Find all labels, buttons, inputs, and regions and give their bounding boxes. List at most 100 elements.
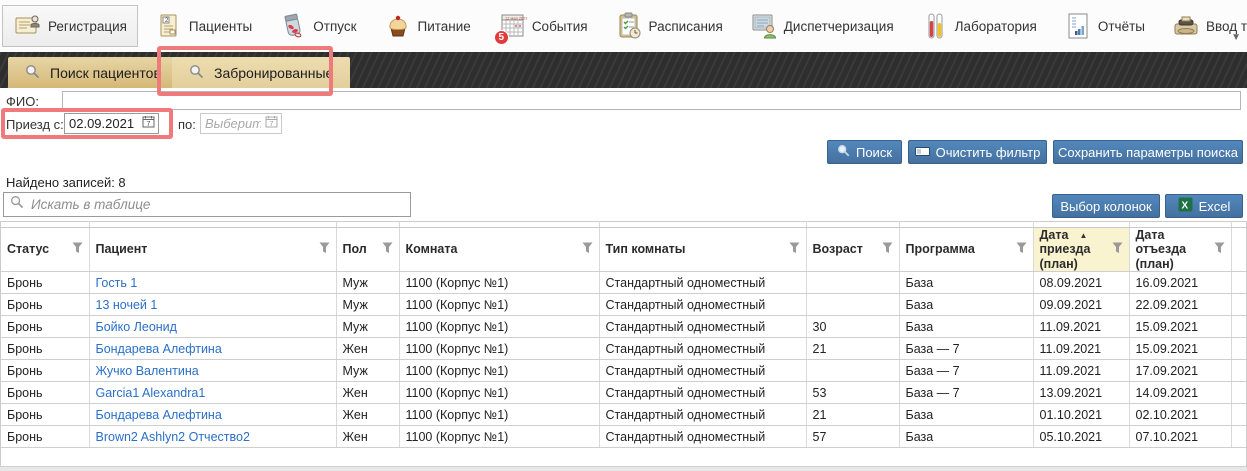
- column-header-patient[interactable]: Пациент: [89, 228, 336, 272]
- cell-arrival-date: 08.09.2021: [1033, 272, 1129, 294]
- calendar-icon[interactable]: 7: [142, 115, 156, 133]
- events-badge: 5: [494, 30, 509, 45]
- table-row[interactable]: Бронь 13 ночей 1 Муж 1100 (Корпус №1) Ст…: [1, 294, 1247, 316]
- save-search-params-button[interactable]: Сохранить параметры поиска: [1053, 140, 1243, 164]
- records-found-text: Найдено записей: 8: [6, 175, 126, 190]
- filter-funnel-icon[interactable]: [1016, 242, 1027, 257]
- magnifier-icon: [189, 64, 205, 82]
- patient-link[interactable]: Бондарева Алефтина: [96, 342, 222, 356]
- cell-gender: Жен: [336, 404, 399, 426]
- toolbar-item-label: Диспетчеризация: [784, 19, 894, 34]
- patient-link[interactable]: Бойко Леонид: [96, 320, 177, 334]
- filter-funnel-icon[interactable]: [1214, 242, 1225, 257]
- cell-program: База: [899, 294, 1033, 316]
- table-row[interactable]: Бронь Гость 1 Муж 1100 (Корпус №1) Станд…: [1, 272, 1247, 294]
- cell-gender: Муж: [336, 316, 399, 338]
- table-row[interactable]: Бронь Brown2 Ashlyn2 Отчество2 Жен 1100 …: [1, 426, 1247, 448]
- cell-filler: [1231, 338, 1247, 360]
- table-row[interactable]: Бронь Бондарева Алефтина Жен 1100 (Корпу…: [1, 338, 1247, 360]
- calendar-icon[interactable]: 7: [265, 115, 279, 133]
- tab-patient-search[interactable]: Поиск пациентов: [8, 57, 178, 88]
- toolbar-item-dispatch[interactable]: Диспетчеризация: [739, 5, 904, 47]
- toolbar-item-registration[interactable]: Регистрация: [2, 5, 138, 47]
- cell-age: 53: [806, 382, 899, 404]
- search-button[interactable]: Поиск: [827, 140, 902, 164]
- column-header-arrival-date[interactable]: ▲Дата приезда (план): [1033, 228, 1129, 272]
- horizontal-scrollbar[interactable]: [0, 466, 1247, 471]
- patient-link[interactable]: Brown2 Ashlyn2 Отчество2: [96, 430, 250, 444]
- cell-age: [806, 294, 899, 316]
- toolbar-item-reports[interactable]: Отчёты: [1053, 5, 1155, 47]
- cell-filler: [1231, 404, 1247, 426]
- cell-age: 21: [806, 338, 899, 360]
- arrival-to-input[interactable]: 7: [200, 113, 282, 134]
- table-row[interactable]: Бронь Garcia1 Alexandra1 Жен 1100 (Корпу…: [1, 382, 1247, 404]
- cell-arrival-date: 01.10.2021: [1033, 404, 1129, 426]
- sort-asc-icon: ▲: [1080, 231, 1088, 240]
- filter-funnel-icon[interactable]: [382, 242, 393, 257]
- column-header-status[interactable]: Статус: [1, 228, 89, 272]
- toolbar-item-label: Лаборатория: [955, 19, 1037, 34]
- registration-icon: [13, 11, 43, 41]
- cell-room: 1100 (Корпус №1): [399, 294, 599, 316]
- arrival-from-input[interactable]: 7: [64, 113, 159, 134]
- tab-strip: Поиск пациентов Забронированные: [0, 52, 1247, 88]
- cell-program: База: [899, 404, 1033, 426]
- laboratory-icon: [920, 11, 950, 41]
- column-header-departure-date[interactable]: Дата отъезда (план): [1129, 228, 1231, 272]
- table-search-input[interactable]: [31, 197, 404, 212]
- toolbar-item-patients[interactable]: 2 Пациенты: [144, 5, 262, 47]
- search-button-label: Поиск: [856, 145, 892, 160]
- cell-filler: [1231, 272, 1247, 294]
- column-header-program[interactable]: Программа: [899, 228, 1033, 272]
- fio-label: ФИО:: [6, 94, 39, 109]
- cell-departure-date: 15.09.2021: [1129, 338, 1231, 360]
- patient-link[interactable]: Бондарева Алефтина: [96, 408, 222, 422]
- excel-export-button[interactable]: X Excel: [1165, 194, 1243, 218]
- toolbar-item-nutrition[interactable]: Питание: [373, 5, 481, 47]
- cell-patient: Гость 1: [89, 272, 336, 294]
- patient-link[interactable]: Гость 1: [96, 276, 138, 290]
- excel-export-label: Excel: [1199, 199, 1231, 214]
- choose-columns-button[interactable]: Выбор колонок: [1052, 194, 1160, 218]
- arrival-from-value[interactable]: [65, 114, 142, 133]
- patient-link[interactable]: Жучко Валентина: [96, 364, 199, 378]
- schedules-icon: [614, 11, 644, 41]
- patient-link[interactable]: Garcia1 Alexandra1: [96, 386, 206, 400]
- cell-departure-date: 17.09.2021: [1129, 360, 1231, 382]
- table-search-box[interactable]: [3, 192, 411, 217]
- toolbar-item-laboratory[interactable]: Лаборатория: [910, 5, 1047, 47]
- tab-booked[interactable]: Забронированные: [172, 57, 350, 88]
- cell-patient: Brown2 Ashlyn2 Отчество2: [89, 426, 336, 448]
- column-header-gender[interactable]: Пол: [336, 228, 399, 272]
- cell-room: 1100 (Корпус №1): [399, 360, 599, 382]
- toolbar-item-vacation[interactable]: Отпуск: [268, 5, 366, 47]
- cell-age: 30: [806, 316, 899, 338]
- toolbar-item-schedules[interactable]: Расписания: [604, 5, 733, 47]
- column-header-age[interactable]: Возраст: [806, 228, 899, 272]
- toolbar-overflow-icon[interactable]: ▼: [1231, 32, 1241, 43]
- filter-funnel-icon[interactable]: [72, 242, 83, 257]
- fio-input[interactable]: [62, 91, 1241, 110]
- cell-gender: Муж: [336, 294, 399, 316]
- cell-patient: Бойко Леонид: [89, 316, 336, 338]
- cell-gender: Муж: [336, 272, 399, 294]
- table-row[interactable]: Бронь Жучко Валентина Муж 1100 (Корпус №…: [1, 360, 1247, 382]
- filter-funnel-icon[interactable]: [789, 242, 800, 257]
- cell-program: База — 7: [899, 338, 1033, 360]
- table-row[interactable]: Бронь Бондарева Алефтина Жен 1100 (Корпу…: [1, 404, 1247, 426]
- column-header-room[interactable]: Комната: [399, 228, 599, 272]
- cell-age: [806, 272, 899, 294]
- patient-link[interactable]: 13 ночей 1: [96, 298, 158, 312]
- column-header-room-type[interactable]: Тип комнаты: [599, 228, 806, 272]
- choose-columns-label: Выбор колонок: [1060, 199, 1151, 214]
- table-row[interactable]: Бронь Бойко Леонид Муж 1100 (Корпус №1) …: [1, 316, 1247, 338]
- filter-funnel-icon[interactable]: [319, 242, 330, 257]
- clear-filter-button[interactable]: Очистить фильтр: [908, 140, 1047, 164]
- toolbar-item-events[interactable]: 12 мая 2021 5 События: [487, 5, 598, 47]
- excel-icon: X: [1178, 197, 1193, 215]
- filter-funnel-icon[interactable]: [882, 242, 893, 257]
- filter-funnel-icon[interactable]: [582, 242, 593, 257]
- arrival-to-value[interactable]: [201, 114, 265, 133]
- filter-funnel-icon[interactable]: [1112, 242, 1123, 257]
